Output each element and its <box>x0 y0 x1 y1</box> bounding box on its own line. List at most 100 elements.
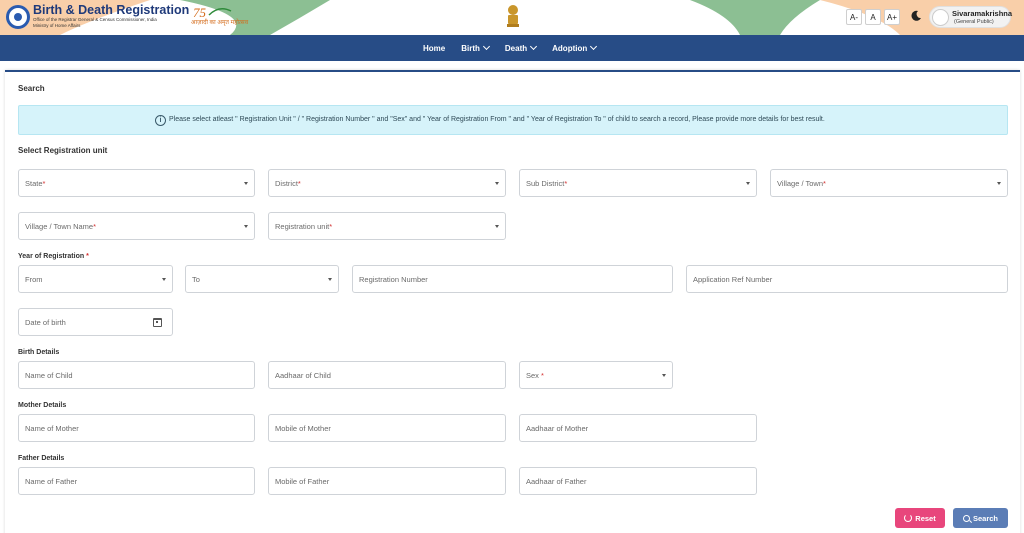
reset-label: Reset <box>915 513 936 523</box>
chevron-down-icon <box>162 278 166 281</box>
brand-subtitle-ministry: Ministry of Home Affairs <box>33 23 81 28</box>
nav-death[interactable]: Death <box>504 42 538 53</box>
chevron-down-icon <box>530 42 538 51</box>
required-mark: * <box>297 179 301 188</box>
info-text: Please select atleast " Registration Uni… <box>169 116 825 123</box>
azadi-text: आज़ादी का अमृत महोत्सव <box>191 20 249 26</box>
sex-label: Sex <box>526 371 539 380</box>
rgi-logo-icon <box>6 5 30 29</box>
azadi-logo-icon: 75 <box>193 5 232 20</box>
sub-district-label: Sub District <box>526 179 565 188</box>
district-label: District <box>275 179 298 188</box>
dark-mode-moon-icon[interactable] <box>910 10 922 22</box>
aadhaar-of-child-placeholder: Aadhaar of Child <box>275 371 331 380</box>
registration-unit-select[interactable]: Registration unit* <box>268 212 506 240</box>
date-of-birth-input[interactable]: Date of birth <box>18 308 173 336</box>
name-of-mother-placeholder: Name of Mother <box>25 424 79 433</box>
registration-number-placeholder: Registration Number <box>359 275 428 284</box>
district-select[interactable]: District* <box>268 169 506 197</box>
village-town-select[interactable]: Village / Town* <box>770 169 1008 197</box>
required-mark: * <box>564 179 568 188</box>
main-nav: Home Birth Death Adoption <box>0 35 1024 61</box>
chevron-down-icon <box>495 182 499 185</box>
nav-death-label: Death <box>504 43 528 53</box>
font-decrease-button[interactable]: A- <box>846 9 862 25</box>
required-mark: * <box>329 222 333 231</box>
year-title-text: Year of Registration <box>18 253 85 260</box>
chevron-down-icon <box>590 42 598 51</box>
required-mark: * <box>42 179 46 188</box>
sex-select[interactable]: Sex * <box>519 361 673 389</box>
birth-details-title: Birth Details <box>18 349 60 356</box>
aadhaar-of-father-placeholder: Aadhaar of Father <box>526 477 587 486</box>
nav-home[interactable]: Home <box>423 44 445 53</box>
aadhaar-of-father-input[interactable]: Aadhaar of Father <box>519 467 757 495</box>
avatar <box>932 9 949 26</box>
mobile-of-father-placeholder: Mobile of Father <box>275 477 330 486</box>
brand-subtitle: Office of the Registrar General & Census… <box>33 17 157 22</box>
application-ref-placeholder: Application Ref Number <box>693 275 773 284</box>
aadhaar-of-child-input[interactable]: Aadhaar of Child <box>268 361 506 389</box>
required-mark: * <box>541 371 544 380</box>
mobile-of-mother-input[interactable]: Mobile of Mother <box>268 414 506 442</box>
state-select[interactable]: State* <box>18 169 255 197</box>
required-mark: * <box>823 179 826 188</box>
chevron-down-icon <box>997 182 1001 185</box>
search-icon <box>962 514 970 522</box>
font-increase-button[interactable]: A+ <box>884 9 900 25</box>
mobile-of-father-input[interactable]: Mobile of Father <box>268 467 506 495</box>
father-details-title: Father Details <box>18 455 65 462</box>
search-button[interactable]: Search <box>953 508 1008 528</box>
state-label: State <box>25 179 43 188</box>
registration-unit-label: Registration unit <box>275 222 330 231</box>
user-name: Sivaramakrishna <box>952 9 1013 18</box>
search-card <box>5 70 1020 533</box>
sub-district-select[interactable]: Sub District* <box>519 169 757 197</box>
nav-birth[interactable]: Birth <box>461 42 490 53</box>
name-of-child-placeholder: Name of Child <box>25 371 73 380</box>
reset-icon <box>904 514 913 522</box>
village-town-label: Village / Town <box>777 179 824 188</box>
name-of-mother-input[interactable]: Name of Mother <box>18 414 255 442</box>
font-size-controls: A- A A+ <box>846 9 900 25</box>
name-of-father-placeholder: Name of Father <box>25 477 78 486</box>
nav-adoption-label: Adoption <box>552 43 588 53</box>
search-label: Search <box>972 513 999 523</box>
nav-home-label: Home <box>423 43 446 53</box>
info-icon: i <box>155 115 166 126</box>
user-role: (General Public) <box>954 19 994 25</box>
chevron-down-icon <box>746 182 750 185</box>
mobile-of-mother-placeholder: Mobile of Mother <box>275 424 331 433</box>
national-emblem-icon <box>507 5 519 27</box>
nav-birth-label: Birth <box>461 43 480 53</box>
aadhaar-of-mother-placeholder: Aadhaar of Mother <box>526 424 589 433</box>
registration-number-input[interactable]: Registration Number <box>352 265 673 293</box>
calendar-icon[interactable] <box>153 318 162 327</box>
year-to-label: To <box>192 275 200 284</box>
top-header: Birth & Death Registration Office of the… <box>0 0 1024 35</box>
year-from-label: From <box>25 275 43 284</box>
name-of-father-input[interactable]: Name of Father <box>18 467 255 495</box>
date-of-birth-placeholder: Date of birth <box>25 318 66 327</box>
year-from-select[interactable]: From <box>18 265 173 293</box>
mother-details-title: Mother Details <box>18 402 67 409</box>
year-to-select[interactable]: To <box>185 265 339 293</box>
aadhaar-of-mother-input[interactable]: Aadhaar of Mother <box>519 414 757 442</box>
required-mark: * <box>86 253 89 260</box>
name-of-child-input[interactable]: Name of Child <box>18 361 255 389</box>
font-normal-button[interactable]: A <box>865 9 881 25</box>
application-ref-input[interactable]: Application Ref Number <box>686 265 1008 293</box>
user-profile-menu[interactable]: Sivaramakrishna (General Public) <box>929 6 1013 28</box>
brand-title: Birth & Death Registration <box>33 3 190 17</box>
year-of-registration-title: Year of Registration * <box>18 253 89 260</box>
chevron-down-icon <box>244 182 248 185</box>
chevron-down-icon <box>662 374 666 377</box>
village-town-name-label: Village / Town Name <box>25 222 94 231</box>
nav-adoption[interactable]: Adoption <box>552 42 598 53</box>
search-title: Search <box>18 84 45 93</box>
select-unit-title: Select Registration unit <box>18 146 108 155</box>
village-town-name-select[interactable]: Village / Town Name* <box>18 212 255 240</box>
info-alert: i Please select atleast " Registration U… <box>18 105 1008 135</box>
chevron-down-icon <box>328 278 332 281</box>
reset-button[interactable]: Reset <box>895 508 945 528</box>
